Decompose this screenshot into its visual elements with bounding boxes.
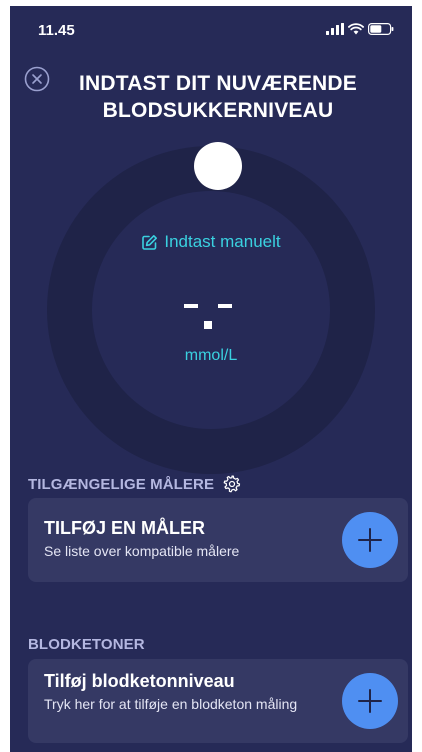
meters-section-header: TILGÆNGELIGE MÅLERE (28, 474, 242, 494)
glucose-entry-screen: 11.45 INDTAST DIT NUVÆRENDE BLODSUKKERNI… (10, 6, 412, 752)
meters-section-title: TILGÆNGELIGE MÅLERE (28, 475, 215, 493)
add-meter-card[interactable]: TILFØJ EN MÅLER Se liste over kompatible… (28, 498, 408, 582)
add-meter-subtitle: Se liste over kompatible målere (44, 543, 240, 559)
battery-icon (368, 23, 394, 35)
ketones-section-title: BLODKETONER (28, 636, 145, 653)
manual-entry-label: Indtast manuelt (164, 232, 281, 251)
close-button[interactable] (24, 66, 50, 92)
status-icons (326, 23, 394, 35)
unit-label: mmol/L (184, 347, 238, 364)
add-ketone-button[interactable] (342, 673, 398, 729)
close-circle-icon (24, 66, 50, 92)
add-ketone-card[interactable]: Tilføj blodketonniveau Tryk her for at t… (28, 659, 408, 743)
plus-icon (358, 528, 382, 552)
manual-entry-button[interactable]: Indtast manuelt (10, 232, 412, 252)
edit-pencil-icon (142, 234, 158, 250)
glucose-value-display: -.- (10, 298, 412, 334)
ketones-section-header: BLODKETONER (28, 636, 145, 653)
page-title: INDTAST DIT NUVÆRENDE BLODSUKKERNIVEAU (79, 72, 357, 122)
status-time: 11.45 (38, 22, 75, 39)
add-ketone-title: Tilføj blodketonniveau (44, 671, 235, 691)
dial-knob-handle[interactable] (194, 142, 242, 190)
add-ketone-subtitle: Tryk her for at tilføje en blodketon mål… (44, 696, 298, 712)
placeholder-dashes (184, 304, 232, 329)
plus-icon (358, 689, 382, 713)
wifi-icon (348, 23, 364, 35)
add-meter-button[interactable] (342, 512, 398, 568)
cellular-signal-icon (326, 23, 344, 35)
add-meter-title: TILFØJ EN MÅLER (44, 518, 205, 538)
gear-icon[interactable] (222, 474, 242, 494)
